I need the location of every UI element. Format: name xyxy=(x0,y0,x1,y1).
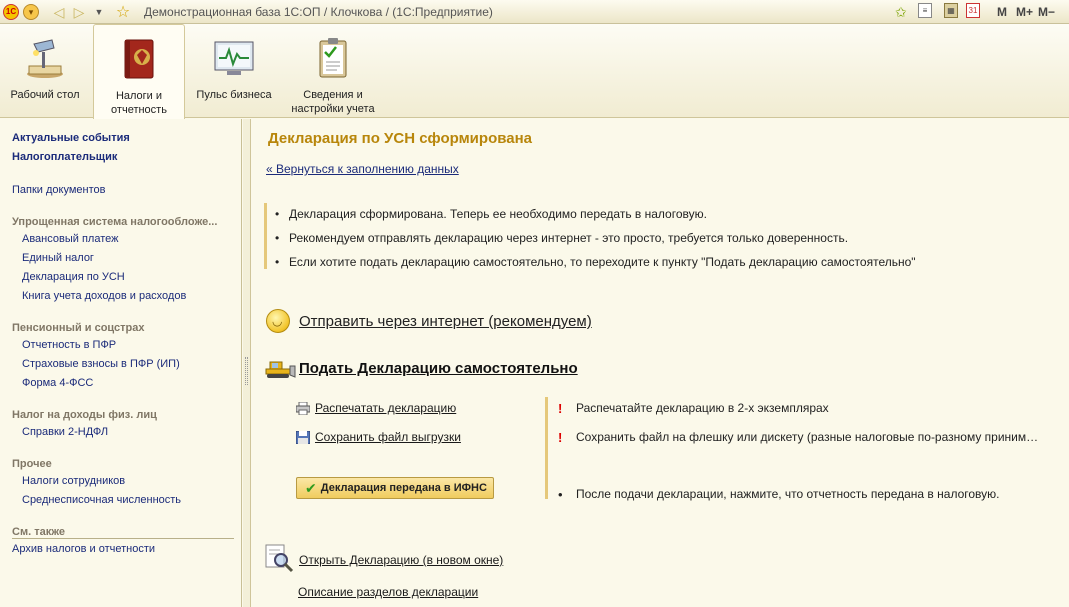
warning-text: Сохранить файл на флешку или дискету (ра… xyxy=(576,430,1039,444)
warning-item: ! Сохранить файл на флешку или дискету (… xyxy=(558,430,1039,445)
desk-lamp-icon xyxy=(27,39,63,78)
self-submit-link[interactable]: Подать Декларацию самостоятельно xyxy=(299,360,578,377)
logo-text: 1С xyxy=(3,4,19,20)
monitor-pulse-icon xyxy=(214,41,254,75)
nav-taxpayer[interactable]: Налогоплательщик xyxy=(12,151,117,163)
smiley-icon xyxy=(266,309,290,333)
memory-m-button[interactable]: M xyxy=(997,3,1007,21)
warning-item: ! Распечатайте декларацию в 2-х экземпля… xyxy=(558,401,829,416)
add-favorite-icon[interactable]: ✩ xyxy=(895,3,907,21)
info-item: Рекомендуем отправлять декларацию через … xyxy=(275,231,848,245)
calendar-day: 31 xyxy=(968,6,978,15)
section-label: Рабочий стол xyxy=(10,89,80,101)
history-dropdown-icon[interactable]: ▼ xyxy=(90,3,108,21)
splitter-grip-icon xyxy=(245,357,248,385)
info-box: Декларация сформирована. Теперь ее необх… xyxy=(264,203,1024,269)
bulldozer-icon xyxy=(265,361,296,378)
memory-minus-button[interactable]: M− xyxy=(1038,3,1055,21)
nav-tax-archive[interactable]: Архив налогов и отчетности xyxy=(12,543,155,555)
save-export-file-link[interactable]: Сохранить файл выгрузки xyxy=(315,430,461,444)
floppy-disk-icon xyxy=(296,431,310,444)
sections-description-link[interactable]: Описание разделов декларации xyxy=(298,585,478,599)
calculator-icon[interactable]: ▦ xyxy=(944,3,958,18)
calendar-icon[interactable]: 31 xyxy=(966,3,980,18)
left-navigation: Актуальные события Налогоплательщик Папк… xyxy=(0,119,242,607)
1c-logo-icon[interactable]: 1С xyxy=(2,3,20,21)
divider xyxy=(12,538,234,539)
section-label: Сведения и настройки учета xyxy=(291,89,375,115)
back-to-form-link[interactable]: « Вернуться к заполнению данных xyxy=(266,162,459,176)
section-taxes[interactable]: Налоги и отчетность xyxy=(93,24,185,119)
section-label: Пульс бизнеса xyxy=(196,89,272,101)
magnifier-icon xyxy=(265,544,294,573)
title-bar: 1С ▾ ◁ ▷ ▼ ☆ Демонстрационная база 1С:ОП… xyxy=(0,0,1069,24)
submitted-to-ifns-button[interactable]: ✔ Декларация передана в ИФНС xyxy=(296,477,494,499)
nav-income-book[interactable]: Книга учета доходов и расходов xyxy=(22,290,186,302)
window-title: Демонстрационная база 1С:ОП / Клочкова /… xyxy=(144,5,493,19)
page-title: Декларация по УСН сформирована xyxy=(268,130,533,147)
forward-arrow-icon[interactable]: ▷ xyxy=(70,3,88,21)
group-ndfl: Налог на доходы физ. лиц xyxy=(12,409,157,421)
nav-pfr-reports[interactable]: Отчетность в ПФР xyxy=(22,339,116,351)
nav-advance-payment[interactable]: Авансовый платеж xyxy=(22,233,118,245)
nav-pfr-contributions[interactable]: Страховые взносы в ПФР (ИП) xyxy=(22,358,180,370)
after-note-text: После подачи декларации, нажмите, что от… xyxy=(576,487,1000,501)
favorite-star-icon[interactable]: ☆ xyxy=(114,3,132,21)
warning-text: Распечатайте декларацию в 2-х экземпляра… xyxy=(576,401,829,415)
exclamation-icon: ! xyxy=(558,401,563,416)
back-arrow-icon[interactable]: ◁ xyxy=(50,3,68,21)
group-other: Прочее xyxy=(12,458,52,470)
group-pension: Пенсионный и соцстрах xyxy=(12,322,145,334)
section-panel: Рабочий стол Налоги и отчетность Пульс б… xyxy=(0,24,1069,119)
document-icon[interactable]: ≡ xyxy=(918,3,932,18)
group-see-also: См. также xyxy=(12,526,65,538)
button-label: Декларация передана в ИФНС xyxy=(320,482,487,494)
nav-document-folders[interactable]: Папки документов xyxy=(12,184,105,196)
nav-2ndfl[interactable]: Справки 2-НДФЛ xyxy=(22,426,108,438)
section-desktop[interactable]: Рабочий стол xyxy=(6,24,84,118)
bullet-icon: • xyxy=(558,487,563,502)
tax-book-icon xyxy=(124,39,154,79)
info-item: • После подачи декларации, нажмите, что … xyxy=(558,487,1000,502)
nav-headcount[interactable]: Среднесписочная численность xyxy=(22,494,181,506)
nav-current-events[interactable]: Актуальные события xyxy=(12,132,130,144)
section-label: Налоги и отчетность xyxy=(111,90,167,116)
send-internet-link[interactable]: Отправить через интернет (рекомендуем) xyxy=(299,313,592,330)
chevron-down-icon: ▾ xyxy=(23,4,39,20)
printer-icon xyxy=(296,402,310,415)
nav-employee-taxes[interactable]: Налоги сотрудников xyxy=(22,475,125,487)
memory-plus-button[interactable]: M+ xyxy=(1016,3,1033,21)
exclamation-icon: ! xyxy=(558,430,563,445)
section-pulse[interactable]: Пульс бизнеса xyxy=(193,24,275,118)
info-item: Если хотите подать декларацию самостояте… xyxy=(275,255,916,269)
open-declaration-link[interactable]: Открыть Декларацию (в новом окне) xyxy=(299,553,503,567)
info-item: Декларация сформирована. Теперь ее необх… xyxy=(275,207,707,221)
main-menu-button[interactable]: ▾ xyxy=(22,3,40,21)
print-declaration-link[interactable]: Распечатать декларацию xyxy=(315,401,456,415)
instructions-box: ! Распечатайте декларацию в 2-х экземпля… xyxy=(545,397,1069,502)
checkmark-icon: ✔ xyxy=(305,479,317,496)
nav-usn-declaration[interactable]: Декларация по УСН xyxy=(22,271,125,283)
nav-single-tax[interactable]: Единый налог xyxy=(22,252,94,264)
clipboard-icon xyxy=(319,38,347,78)
panel-splitter[interactable] xyxy=(243,119,251,607)
nav-4fss[interactable]: Форма 4-ФСС xyxy=(22,377,93,389)
section-settings[interactable]: Сведения и настройки учета xyxy=(282,24,384,118)
main-content: Декларация по УСН сформирована « Вернуть… xyxy=(252,119,1069,607)
group-usn: Упрощенная система налогообложе... xyxy=(12,216,218,228)
